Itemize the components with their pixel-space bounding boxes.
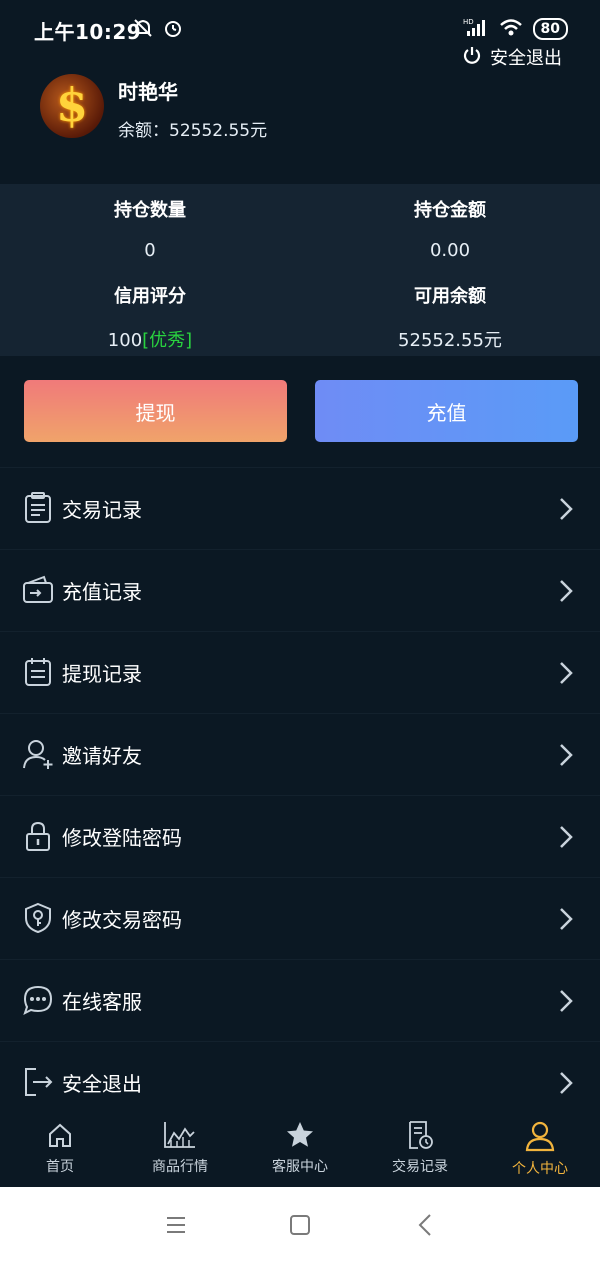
chevron-right-icon [558,988,574,1014]
chart-icon [164,1122,195,1148]
star-icon [287,1122,313,1147]
person-icon [525,1121,555,1152]
withdraw-button[interactable]: 提现 [24,380,287,442]
exit-icon [22,1066,54,1098]
balance-value: 52552.55元 [169,121,268,141]
signal-icon: HD [463,17,489,41]
tab-market[interactable]: 商品行情 [120,1110,240,1176]
chevron-right-icon [558,742,574,768]
tab-label: 客服中心 [272,1159,328,1175]
menu-item-online-service[interactable]: 在线客服 [0,959,600,1041]
tab-personal-center[interactable]: 个人中心 [480,1110,600,1178]
menu-list: 交易记录 充值记录 提现记录 邀请好友 修改登陆密码 修改交易密码 在线客服 安… [0,467,600,1123]
credit-score: 100 [107,330,143,351]
tab-label: 个人中心 [512,1161,568,1177]
recharge-button[interactable]: 充值 [315,380,578,442]
back-icon[interactable] [414,1213,438,1241]
tab-label: 商品行情 [152,1159,208,1175]
chevron-right-icon [558,824,574,850]
credit-rating-tag: [优秀] [142,330,193,351]
menu-icon[interactable] [164,1213,188,1241]
stat-label: 可用余额 [414,286,486,307]
record-icon [409,1121,433,1149]
stats-panel: 持仓数量 0 持仓金额 0.00 信用评分 100[优秀] 可用余额 52552… [0,184,600,356]
menu-item-withdraw-records[interactable]: 提现记录 [0,631,600,713]
chevron-right-icon [558,660,574,686]
bottom-tab-bar: 首页 商品行情 客服中心 交易记录 个人中心 [0,1110,600,1187]
menu-label: 充值记录 [62,580,142,604]
menu-item-change-trade-password[interactable]: 修改交易密码 [0,877,600,959]
status-time: 上午10:29 [34,20,142,44]
stat-position-count: 持仓数量 0 [0,196,300,261]
tab-label: 交易记录 [392,1159,448,1175]
alarm-icon [162,17,184,43]
stat-label: 持仓数量 [114,200,186,221]
menu-label: 提现记录 [62,662,142,686]
balance-line: 余额： 52552.55元 [118,116,267,141]
stat-value: 100[优秀] [0,326,300,352]
stat-label: 信用评分 [114,286,186,307]
stat-value: 0 [144,240,156,261]
tab-trade-records[interactable]: 交易记录 [360,1110,480,1176]
menu-item-trade-records[interactable]: 交易记录 [0,467,600,549]
tab-label: 首页 [46,1159,74,1175]
stat-value: 52552.55元 [398,330,502,351]
tab-service-center[interactable]: 客服中心 [240,1110,360,1176]
lock-icon [22,820,54,852]
stat-label: 持仓金额 [414,200,486,221]
svg-text:HD: HD [463,18,474,26]
stat-value: 0.00 [429,240,471,261]
logout-top-label: 安全退出 [490,48,562,69]
menu-item-change-login-password[interactable]: 修改登陆密码 [0,795,600,877]
mute-bell-icon [132,17,154,43]
clipboard-icon [22,492,54,524]
chevron-right-icon [558,496,574,522]
chat-icon [22,984,54,1016]
menu-label: 修改登陆密码 [62,826,182,850]
chevron-right-icon [558,578,574,604]
calendar-icon [22,656,54,688]
home-square-icon[interactable] [288,1213,312,1241]
menu-item-invite-friends[interactable]: 邀请好友 [0,713,600,795]
stat-available: 可用余额 52552.55元 [300,282,600,352]
tab-home[interactable]: 首页 [0,1110,120,1176]
home-icon [49,1123,71,1147]
menu-label: 交易记录 [62,498,142,522]
power-icon [462,45,482,70]
wallet-icon [22,574,54,606]
battery-indicator: 80 [532,18,568,40]
add-user-icon [22,738,54,770]
stat-position-amount: 持仓金额 0.00 [300,196,600,261]
menu-label: 安全退出 [62,1072,142,1096]
wifi-icon [499,17,523,41]
balance-label: 余额： [118,121,169,141]
menu-item-recharge-records[interactable]: 充值记录 [0,549,600,631]
user-name: 时艳华 [118,80,178,104]
stat-credit: 信用评分 100[优秀] [0,282,300,352]
avatar[interactable]: $ [40,74,104,138]
shield-key-icon [22,902,54,934]
menu-label: 在线客服 [62,990,142,1014]
chevron-right-icon [558,1070,574,1096]
system-nav-bar [0,1187,600,1267]
menu-label: 邀请好友 [62,744,142,768]
menu-label: 修改交易密码 [62,908,182,932]
logout-top-button[interactable]: 安全退出 [462,44,562,70]
chevron-right-icon [558,906,574,932]
